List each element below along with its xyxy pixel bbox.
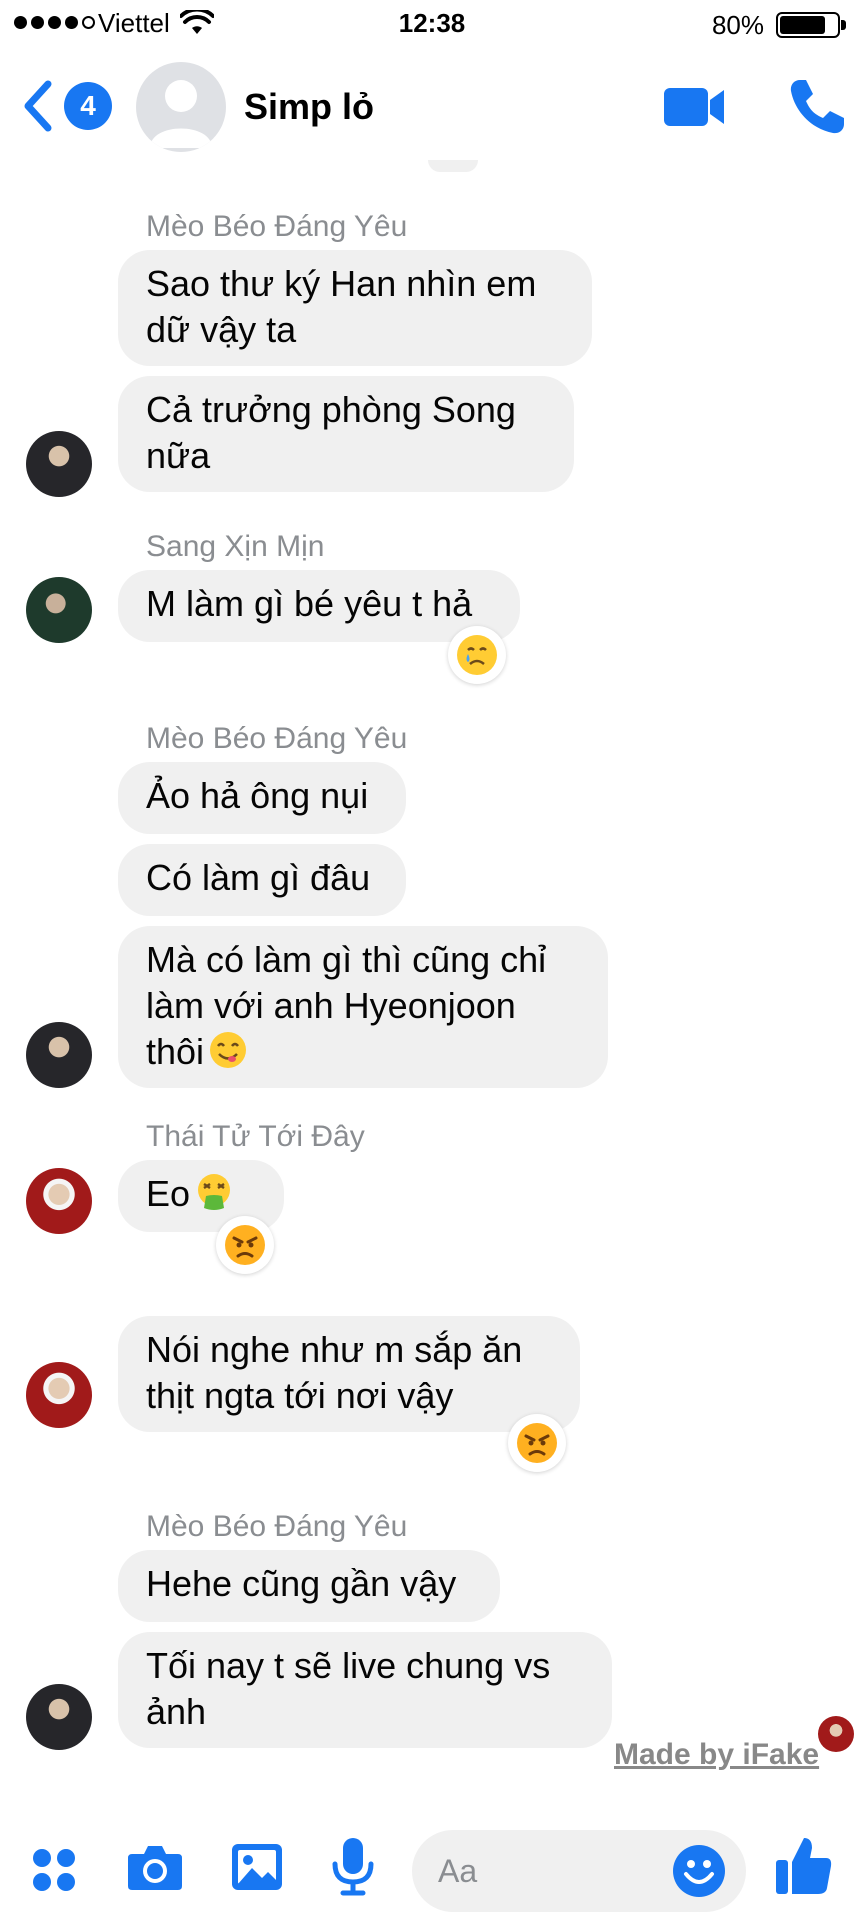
message-line: dữ vậy ta [146,309,297,350]
message-bubble[interactable]: Cả trưởng phòng Song nữa [118,376,574,492]
like-button[interactable] [774,1834,834,1901]
message-line: Có làm gì đâu [146,857,371,898]
photo-icon [232,1844,282,1890]
angry-emoji-icon [225,1225,265,1265]
sender-avatar[interactable] [26,577,92,643]
message-line: thôi [146,1031,205,1072]
unread-badge: 4 [64,82,112,130]
message-input[interactable] [438,1846,648,1896]
message-list[interactable]: Mèo Béo Đáng Yêu Sao thư ký Han nhìn em … [0,160,864,1780]
message-line: Ảo hả ông nụi [146,775,369,816]
message-bubble[interactable]: Mà có làm gì thì cũng chỉ làm với anh Hy… [118,926,608,1088]
sender-name: Mèo Béo Đáng Yêu [146,1510,408,1543]
voice-call-button[interactable] [786,76,848,138]
message-line: nữa [146,435,211,476]
angry-emoji-icon [517,1423,557,1463]
status-bar: Viettel 12:38 80% [0,0,864,48]
message-bubble[interactable]: Sao thư ký Han nhìn em dữ vậy ta [118,250,592,366]
camera-button[interactable] [126,1842,184,1897]
back-chevron-icon [24,80,52,132]
video-call-icon [664,88,724,126]
message-line: thịt ngta tới nơi vậy [146,1375,454,1416]
sender-avatar[interactable] [26,1362,92,1428]
message-line-wrap: thôi [146,1029,580,1075]
battery-tip [841,20,846,30]
conversation-title[interactable]: Simp lỏ [244,86,374,128]
battery-icon [776,12,840,38]
seen-receipt-avatar [818,1716,854,1752]
message-reaction[interactable] [448,626,506,684]
sender-name: Thái Tử Tới Đây [146,1120,365,1153]
conversation-header: 4 Simp lỏ [0,54,864,158]
message-line: Nói nghe như m sắp ăn [146,1329,523,1370]
message-line: làm với anh Hyeonjoon [146,985,516,1026]
message-line: Tối nay t sẽ live chung vs [146,1645,551,1686]
photo-button[interactable] [230,1840,284,1899]
message-composer[interactable] [412,1830,746,1912]
message-reaction[interactable] [216,1216,274,1274]
emoji-icon [673,1845,725,1897]
message-line: Hehe cũng gần vậy [146,1563,457,1604]
sender-avatar[interactable] [26,431,92,497]
video-call-button[interactable] [662,82,726,132]
apps-button[interactable] [30,1846,78,1899]
sender-name: Mèo Béo Đáng Yêu [146,722,408,755]
message-line: Cả trưởng phòng Song [146,389,516,430]
message-bubble[interactable]: Ảo hả ông nụi [118,762,406,834]
message-bubble[interactable]: Hehe cũng gần vậy [118,1550,500,1622]
apps-icon [33,1849,75,1891]
message-reaction[interactable] [508,1414,566,1472]
message-bubble[interactable]: Tối nay t sẽ live chung vs ảnh [118,1632,612,1748]
battery-percent: 80% [711,10,764,40]
sender-name: Sang Xịn Mịn [146,530,325,563]
phone-icon [790,80,844,134]
message-line: Sao thư ký Han nhìn em [146,263,537,304]
group-avatar[interactable] [136,62,226,152]
composer-toolbar [0,1812,864,1920]
message-line: Eo [146,1173,191,1214]
sender-name: Mèo Béo Đáng Yêu [146,210,408,243]
person-icon [150,80,212,148]
previous-message-edge [428,160,478,172]
cry-emoji-icon [457,635,497,675]
sender-avatar[interactable] [26,1022,92,1088]
emoji-button[interactable] [672,1844,726,1898]
sender-avatar[interactable] [26,1684,92,1750]
message-bubble[interactable]: Có làm gì đâu [118,844,406,916]
message-line: Mà có làm gì thì cũng chỉ [146,939,547,980]
watermark: Made by iFake [614,1738,820,1771]
microphone-icon [332,1838,374,1896]
message-line: ảnh [146,1691,207,1732]
sender-avatar[interactable] [26,1168,92,1234]
message-line: M làm gì bé yêu t hả [146,583,473,624]
thumbs-up-icon [776,1838,832,1894]
voice-message-button[interactable] [330,1836,376,1901]
vomit-emoji-icon [198,1174,231,1210]
yum-emoji-icon [210,1032,247,1068]
camera-icon [128,1846,182,1890]
